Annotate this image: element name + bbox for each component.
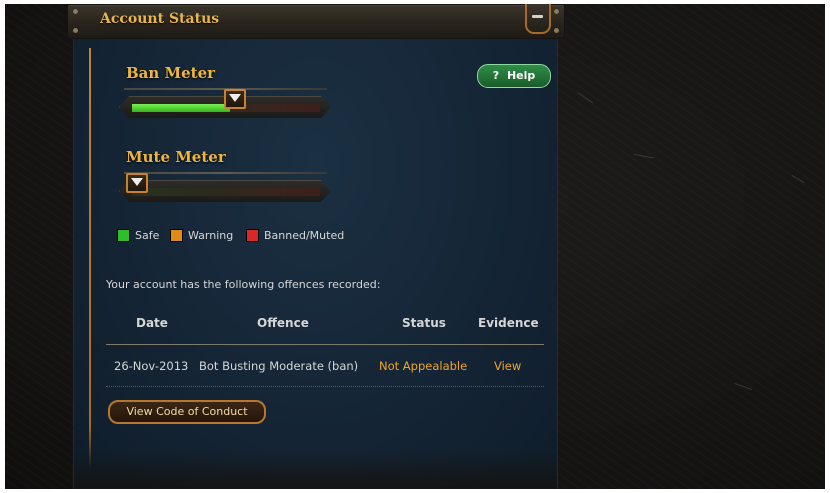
view-code-of-conduct-button[interactable]: View Code of Conduct [108, 400, 266, 424]
safe-swatch-icon [117, 229, 130, 242]
column-header-evidence: Evidence [478, 316, 539, 330]
panel-title: Account Status [100, 11, 220, 27]
mute-meter-marker-icon [126, 173, 148, 193]
help-button[interactable]: ? Help [477, 64, 551, 88]
legend-warning-label: Warning [188, 229, 234, 242]
offence-date: 26-Nov-2013 [114, 359, 189, 373]
collapse-button[interactable] [525, 4, 551, 34]
column-header-status: Status [402, 316, 446, 330]
rivet [554, 28, 559, 33]
legend-safe-label: Safe [135, 229, 160, 242]
help-label: Help [506, 69, 536, 82]
mute-meter-track [119, 180, 331, 202]
mute-meter-bar [132, 188, 320, 196]
evidence-view-link[interactable]: View [494, 359, 521, 373]
column-header-offence: Offence [257, 316, 309, 330]
ban-meter-title: Ban Meter [126, 64, 216, 82]
ban-meter-marker-icon [224, 89, 246, 109]
legend-warning: Warning [170, 229, 233, 242]
banned-swatch-icon [246, 229, 259, 242]
table-row-divider [106, 386, 544, 388]
warning-swatch-icon [170, 229, 183, 242]
minus-icon [532, 15, 543, 18]
panel-decor-line [89, 48, 91, 468]
offences-intro: Your account has the following offences … [106, 278, 381, 291]
ban-meter-fill [132, 104, 230, 112]
table-header-divider [106, 344, 544, 345]
rivet [554, 9, 559, 14]
question-mark-icon: ? [492, 69, 500, 82]
offence-name: Bot Busting Moderate (ban) [199, 359, 359, 373]
legend-banned-label: Banned/Muted [264, 229, 345, 242]
mute-meter-title: Mute Meter [126, 148, 226, 166]
offence-status: Not Appealable [379, 359, 468, 373]
column-header-date: Date [136, 316, 168, 330]
rivet [73, 9, 78, 14]
legend-safe: Safe [117, 229, 159, 242]
rivet [73, 28, 78, 33]
legend-banned: Banned/Muted [246, 229, 344, 242]
mute-meter-rule [124, 172, 327, 174]
